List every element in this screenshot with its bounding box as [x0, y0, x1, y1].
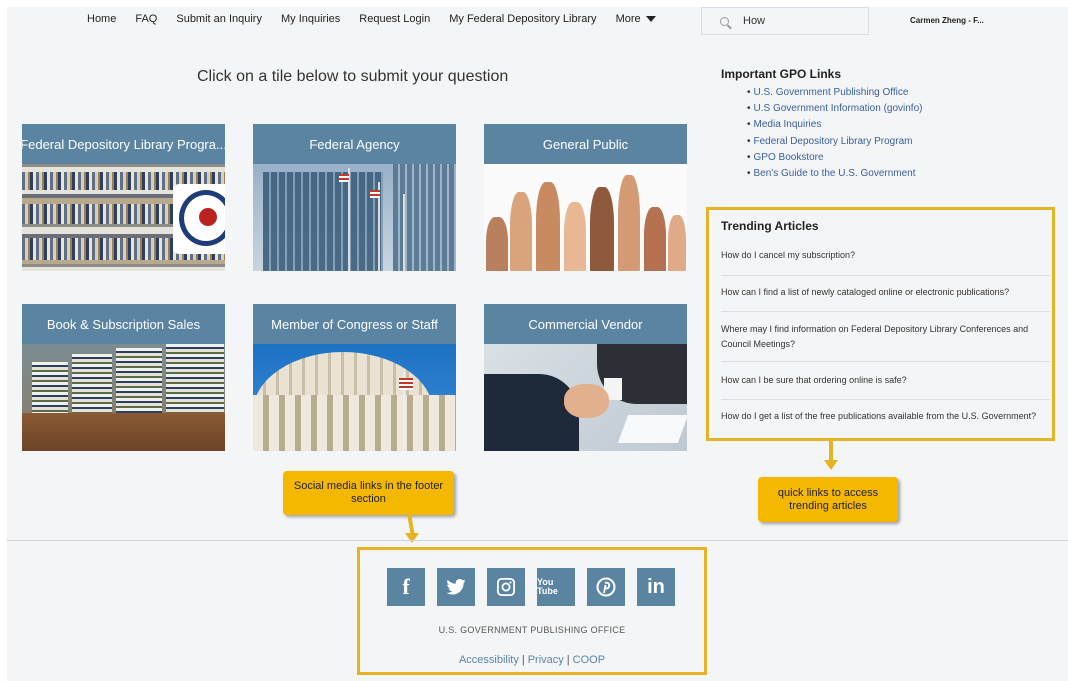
gpo-link-bookstore[interactable]: GPO Bookstore [747, 151, 922, 167]
social-links: f You Tube in [387, 568, 675, 606]
tile-congress[interactable]: Member of Congress or Staff [253, 304, 456, 451]
footer-org-name: U.S. GOVERNMENT PUBLISHING OFFICE [438, 625, 626, 635]
trending-article[interactable]: How can I find a list of newly cataloged… [721, 285, 1050, 312]
tile-title: General Public [484, 124, 687, 164]
nav-my-inquiries[interactable]: My Inquiries [281, 13, 340, 25]
trending-articles-panel: Trending Articles How do I cancel my sub… [706, 207, 1055, 441]
tile-title: Federal Agency [253, 124, 456, 164]
gpo-links-title: Important GPO Links [721, 67, 842, 81]
search-box[interactable] [701, 7, 869, 35]
top-nav: Home FAQ Submit an Inquiry My Inquiries … [87, 13, 675, 25]
page-headline: Click on a tile below to submit your que… [197, 68, 509, 85]
library-shelves-image [22, 164, 225, 271]
gpo-link-media[interactable]: Media Inquiries [747, 118, 922, 134]
nav-more[interactable]: More [616, 13, 656, 25]
youtube-icon[interactable]: You Tube [537, 568, 575, 606]
trending-article[interactable]: How do I cancel my subscription? [721, 248, 1050, 276]
callout-arrow-head [405, 533, 419, 543]
search-input[interactable] [743, 15, 853, 27]
handshake-image [484, 344, 687, 451]
separator: | [521, 654, 525, 666]
raised-hands-image [484, 164, 687, 271]
federal-building-image [253, 164, 456, 271]
facebook-icon[interactable]: f [387, 568, 425, 606]
caret-down-icon [645, 16, 656, 22]
tile-general-public[interactable]: General Public [484, 124, 687, 271]
footer-divider [7, 540, 1068, 541]
gpo-links-list: U.S. Government Publishing Office U.S Go… [747, 86, 923, 183]
twitter-icon[interactable] [437, 568, 475, 606]
trending-article[interactable]: How can I be sure that ordering online i… [721, 373, 1050, 400]
user-menu[interactable]: Carmen Zheng - F... [910, 16, 984, 25]
tile-title: Federal Depository Library Progra... [22, 124, 225, 164]
gpo-link-govinfo[interactable]: U.S Government Information (govinfo) [747, 102, 923, 118]
trending-title: Trending Articles [721, 219, 819, 233]
footer-links: Accessibility | Privacy | COOP [357, 654, 707, 666]
tile-book-sales[interactable]: Book & Subscription Sales [22, 304, 225, 451]
nav-faq[interactable]: FAQ [135, 13, 157, 25]
nav-request-login[interactable]: Request Login [359, 13, 430, 25]
tile-federal-agency[interactable]: Federal Agency [253, 124, 456, 271]
separator: | [566, 654, 570, 666]
nav-home[interactable]: Home [87, 13, 116, 25]
instagram-icon[interactable] [487, 568, 525, 606]
callout-trending: quick links to access trending articles [758, 477, 898, 522]
tile-title: Book & Subscription Sales [22, 304, 225, 344]
gpo-link-bens-guide[interactable]: Ben's Guide to the U.S. Government [747, 167, 922, 183]
nav-more-label: More [615, 13, 641, 25]
tile-fdlp[interactable]: Federal Depository Library Progra... [22, 124, 225, 271]
pinterest-icon[interactable] [587, 568, 625, 606]
search-icon [720, 16, 729, 26]
footer-link-accessibility[interactable]: Accessibility [459, 654, 519, 666]
gpo-link-gpo[interactable]: U.S. Government Publishing Office [747, 86, 922, 102]
trending-article[interactable]: Where may I find information on Federal … [721, 322, 1050, 362]
trending-article[interactable]: How do I get a list of the free publicat… [721, 409, 1050, 436]
nav-submit-inquiry[interactable]: Submit an Inquiry [176, 13, 262, 25]
linkedin-icon[interactable]: in [637, 568, 675, 606]
tile-title: Member of Congress or Staff [253, 304, 456, 344]
capitol-building-image [253, 344, 456, 451]
footer-link-privacy[interactable]: Privacy [528, 654, 564, 666]
tile-title: Commercial Vendor [484, 304, 687, 344]
book-stacks-image [22, 344, 225, 451]
footer-link-coop[interactable]: COOP [573, 654, 605, 666]
gpo-link-fdlp[interactable]: Federal Depository Library Program [747, 135, 922, 151]
callout-arrow [829, 441, 833, 461]
fdlp-seal-logo [173, 184, 225, 254]
callout-social: Social media links in the footer section [283, 471, 454, 515]
nav-my-fdl[interactable]: My Federal Depository Library [449, 13, 596, 25]
callout-arrow-head [824, 460, 838, 470]
tile-commercial-vendor[interactable]: Commercial Vendor [484, 304, 687, 451]
